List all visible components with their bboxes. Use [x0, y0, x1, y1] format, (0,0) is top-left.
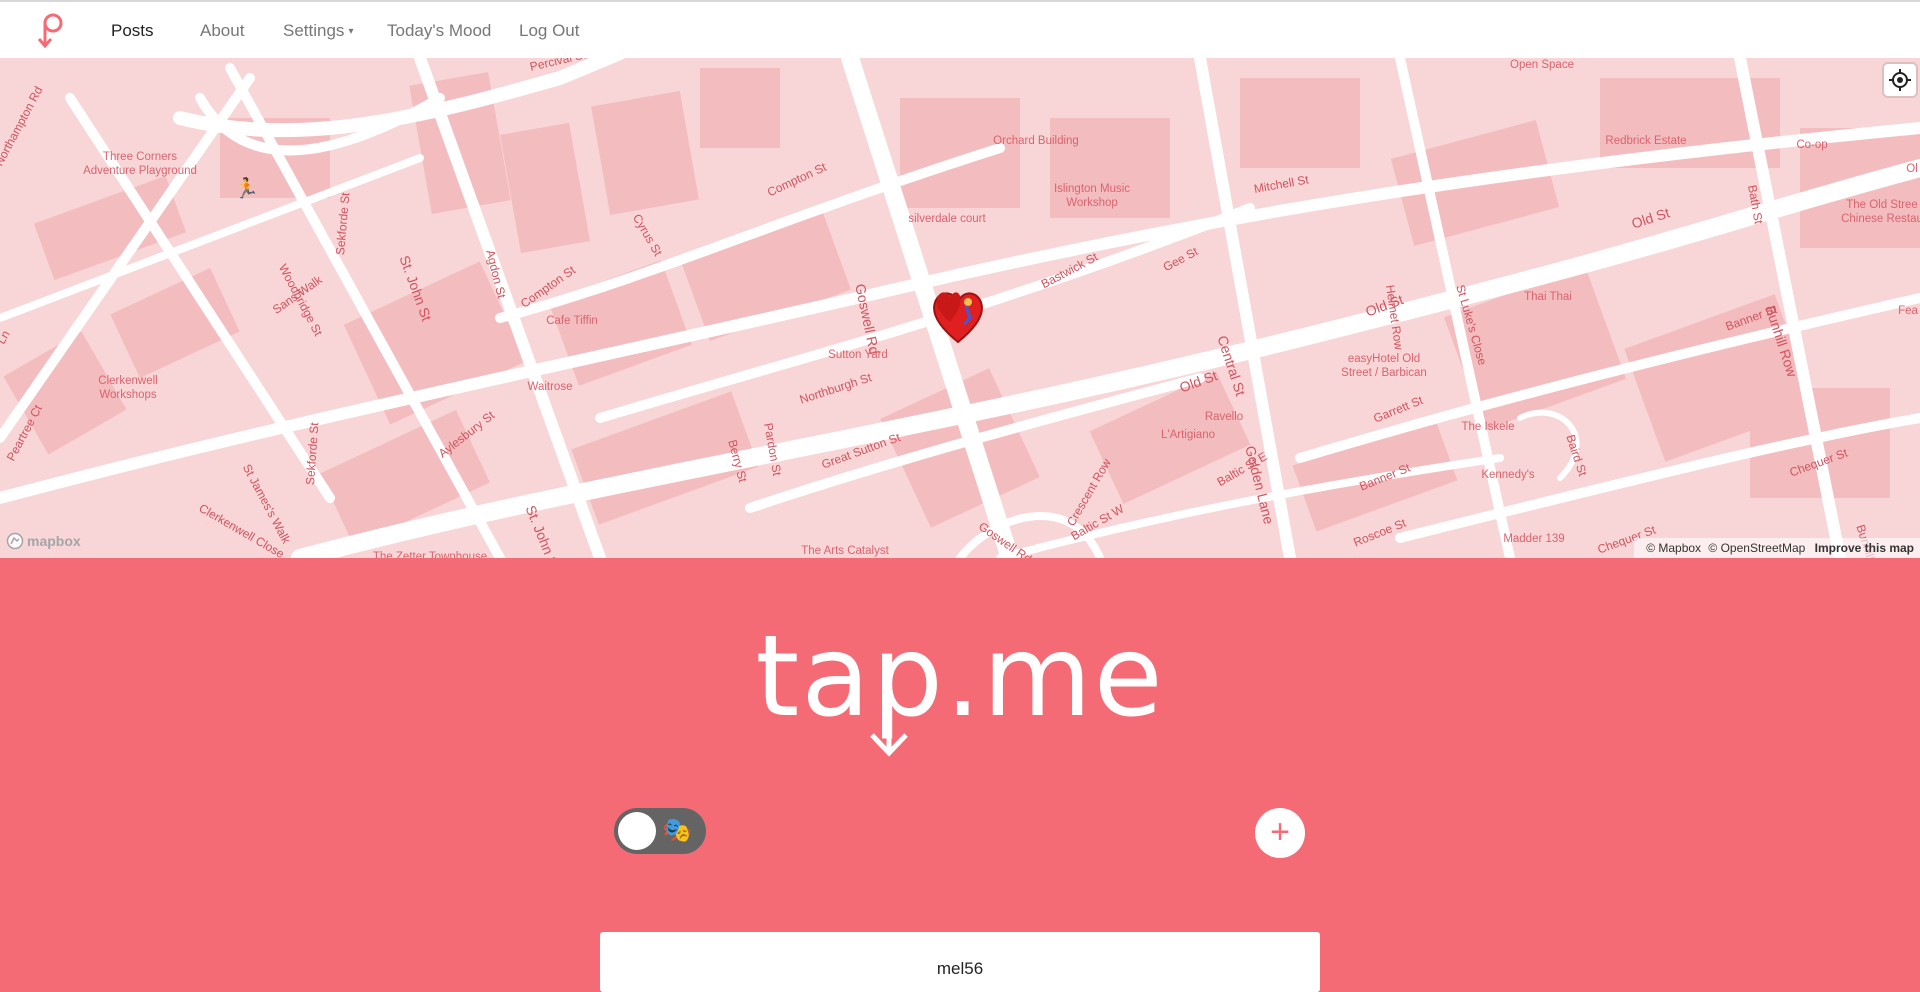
brand-logo-icon[interactable]	[35, 12, 69, 52]
add-post-button[interactable]: +	[1255, 808, 1305, 858]
poi-label: easyHotel Old Street / Barbican	[1341, 353, 1427, 379]
nav-settings-dropdown[interactable]: Settings ▾	[283, 21, 353, 41]
poi-label: Islington Music Workshop	[1053, 183, 1131, 209]
nav-posts[interactable]: Posts	[111, 21, 154, 41]
heart-marker-icon[interactable]	[928, 282, 988, 346]
brand-arrow-icon	[870, 705, 908, 757]
poi-label: Ravello	[1204, 411, 1244, 423]
poi-label: Cafe Tiffin	[546, 315, 598, 327]
mapbox-logo-icon	[6, 532, 24, 550]
improve-map-link[interactable]: Improve this map	[1815, 541, 1914, 555]
locate-button[interactable]	[1884, 64, 1916, 96]
nav-log-out[interactable]: Log Out	[519, 21, 580, 41]
poi-label: Orchard Building	[993, 135, 1079, 147]
poi-label: Sutton Yard	[828, 349, 888, 361]
map-view[interactable]: Percival St Northampton Rd Woodbridge St…	[0, 58, 1920, 558]
poi-label: The Arts Catalyst	[801, 545, 889, 557]
poi-label: Redbrick Estate	[1605, 135, 1687, 147]
nav-about[interactable]: About	[200, 21, 244, 41]
poi-label: Open Space	[1510, 59, 1574, 71]
map-attribution: © Mapbox © OpenStreetMap Improve this ma…	[1634, 538, 1920, 558]
poi-label: The Iskele	[1461, 421, 1515, 433]
poi-label: Fea	[1898, 305, 1918, 317]
poi-label: silverdale court	[908, 213, 986, 225]
poi-label: L'Artigiano	[1161, 429, 1215, 441]
theater-masks-icon: 🎭	[662, 817, 692, 844]
poi-label: Waitrose	[527, 381, 573, 393]
poi-label: Clerkenwell Workshops	[98, 375, 158, 401]
chevron-down-icon: ▾	[348, 26, 354, 37]
plus-icon: +	[1270, 813, 1290, 851]
poi-label: The Old Stree Chinese Restau	[1841, 199, 1920, 225]
poi-label: Kennedy's	[1481, 469, 1535, 481]
locate-icon	[1889, 69, 1911, 91]
runner-emoji-marker[interactable]: 🏃	[234, 176, 259, 201]
attribution-mapbox-link[interactable]: © Mapbox	[1646, 541, 1701, 555]
post-card: mel56	[600, 932, 1320, 992]
nav-todays-mood[interactable]: Today's Mood	[387, 21, 491, 41]
poi-label: Three Corners Adventure Playground	[83, 151, 197, 177]
mapbox-logo[interactable]: mapbox	[6, 532, 81, 550]
poi-label: Thai Thai	[1524, 291, 1572, 303]
attribution-osm-link[interactable]: © OpenStreetMap	[1708, 541, 1805, 555]
nav-settings-label: Settings	[283, 21, 345, 40]
top-navbar: Posts About Settings ▾ Today's Mood Log O…	[0, 0, 1920, 58]
mapbox-logo-text: mapbox	[27, 533, 81, 549]
poi-label: Ol	[1906, 163, 1918, 175]
post-username[interactable]: mel56	[600, 959, 1320, 979]
brand-wordmark: tap.me	[755, 612, 1165, 742]
mask-mode-toggle[interactable]: 🎭	[614, 808, 706, 854]
poi-label: Madder 139	[1503, 533, 1565, 545]
toggle-knob	[618, 812, 656, 850]
poi-label: Co-op	[1796, 139, 1828, 151]
poi-label: The Zetter Townhouse	[372, 551, 488, 558]
